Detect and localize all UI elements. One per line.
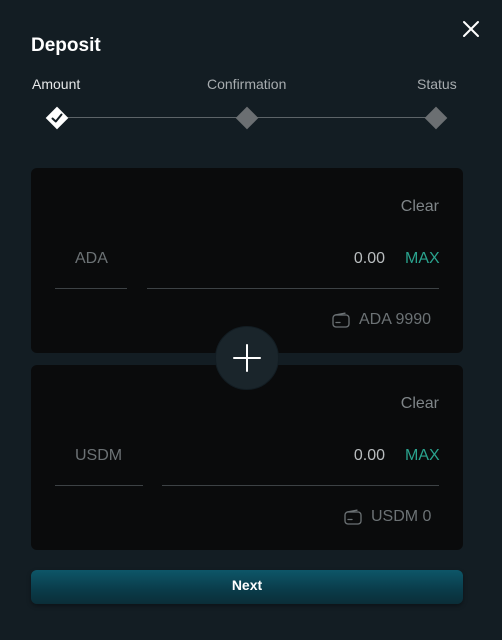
- close-icon: [463, 21, 479, 37]
- next-button[interactable]: Next: [31, 570, 463, 604]
- wallet-icon: [332, 312, 350, 328]
- add-pair-button[interactable]: [215, 326, 279, 390]
- max-button[interactable]: MAX: [405, 250, 440, 268]
- amount-input[interactable]: 0.00: [231, 447, 385, 465]
- clear-button[interactable]: Clear: [401, 198, 439, 216]
- step-label-status: Status: [417, 76, 457, 92]
- token-underline: [55, 485, 143, 486]
- clear-button[interactable]: Clear: [401, 395, 439, 413]
- step-marker-confirmation: [235, 106, 259, 130]
- balance-text: USDM 0: [371, 508, 432, 525]
- balance-text: ADA 9990: [359, 311, 432, 328]
- step-marker-status: [424, 106, 448, 130]
- step-label-confirmation: Confirmation: [207, 76, 287, 92]
- amount-input[interactable]: 0.00: [231, 250, 385, 268]
- step-label-amount: Amount: [32, 76, 81, 92]
- token-underline: [55, 288, 127, 289]
- max-button[interactable]: MAX: [405, 447, 440, 465]
- close-button[interactable]: [458, 16, 484, 42]
- amount-underline: [147, 288, 439, 289]
- dialog-title: Deposit: [31, 35, 101, 56]
- plus-icon: [233, 344, 261, 372]
- token-selector[interactable]: ADA: [75, 250, 108, 268]
- input-card-usdm: Clear USDM 0.00 MAX USDM 0: [31, 365, 463, 550]
- wallet-icon: [344, 509, 362, 525]
- deposit-dialog: Deposit Amount Confirmation Status Clear…: [0, 0, 502, 640]
- check-icon: [51, 113, 63, 123]
- token-selector[interactable]: USDM: [75, 447, 122, 465]
- amount-underline: [162, 485, 439, 486]
